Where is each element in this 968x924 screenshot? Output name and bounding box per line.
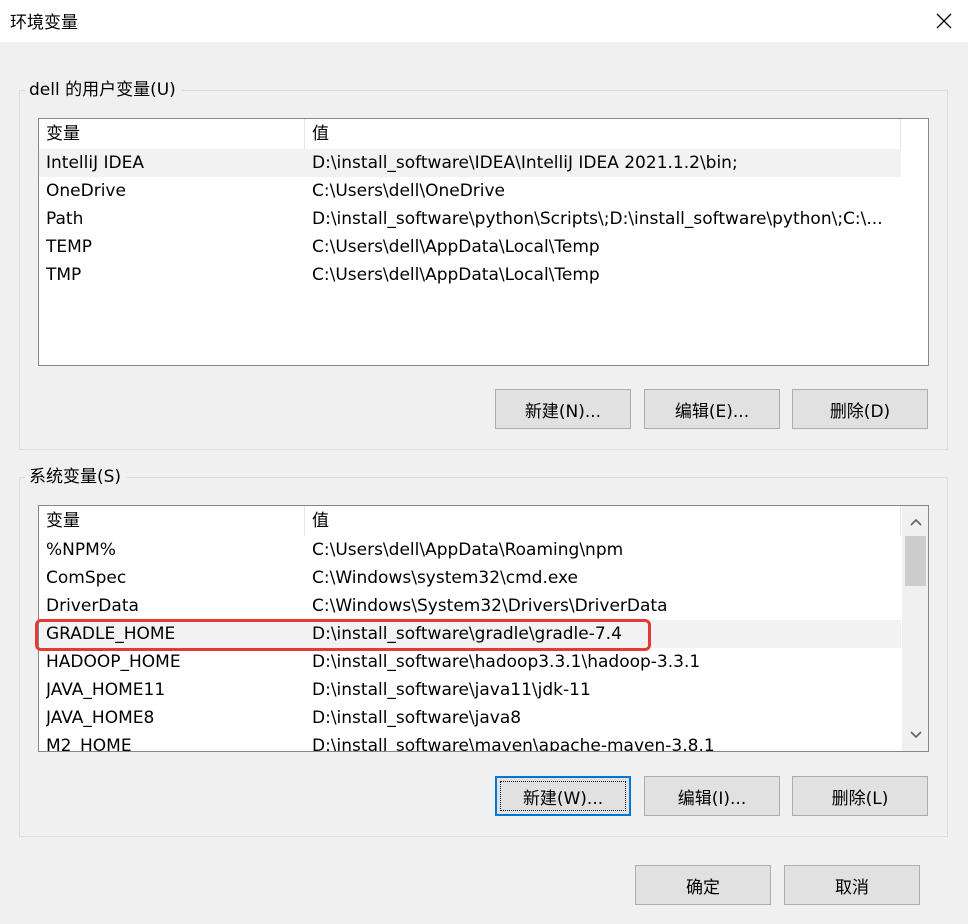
row-value: C:\Users\dell\AppData\Local\Temp: [312, 237, 600, 257]
table-row[interactable]: GRADLE_HOME D:\install_software\gradle\g…: [39, 620, 901, 648]
system-new-button[interactable]: 新建(W)...: [495, 776, 631, 816]
table-row[interactable]: OneDrive C:\Users\dell\OneDrive: [39, 177, 901, 205]
row-name: DriverData: [46, 596, 139, 616]
system-variables-label: 系统变量(S): [25, 466, 128, 488]
column-header-variable[interactable]: 变量: [39, 506, 305, 536]
chevron-down-icon: [909, 731, 922, 739]
close-icon: [936, 13, 952, 29]
row-value: D:\install_software\java11\jdk-11: [312, 680, 591, 700]
row-value: C:\Windows\system32\cmd.exe: [312, 568, 579, 588]
system-variables-list[interactable]: 变量 值 %NPM% C:\Users\dell\AppData\Roaming…: [38, 505, 929, 752]
column-header-variable[interactable]: 变量: [39, 119, 305, 149]
row-name: %NPM%: [46, 540, 116, 560]
ok-button[interactable]: 确定: [635, 865, 771, 905]
row-value: D:\install_software\java8: [312, 708, 522, 728]
row-name: OneDrive: [46, 181, 126, 201]
system-delete-button[interactable]: 删除(L): [792, 776, 928, 816]
row-value: C:\Windows\System32\Drivers\DriverData: [312, 596, 668, 616]
user-edit-button[interactable]: 编辑(E)...: [644, 389, 780, 429]
row-value: C:\Users\dell\AppData\Local\Temp: [312, 265, 600, 285]
table-row[interactable]: M2_HOME D:\install_software\maven\apache…: [39, 732, 901, 752]
row-name: JAVA_HOME8: [46, 708, 155, 728]
user-variables-label: dell 的用户变量(U): [25, 79, 182, 101]
row-name: HADOOP_HOME: [46, 652, 181, 672]
row-name: Path: [46, 209, 84, 229]
row-name: TEMP: [46, 237, 93, 257]
row-name: ComSpec: [46, 568, 127, 588]
row-value: D:\install_software\hadoop3.3.1\hadoop-3…: [312, 652, 701, 672]
row-name: M2_HOME: [46, 736, 132, 752]
row-name: GRADLE_HOME: [46, 624, 176, 644]
row-value: D:\install_software\gradle\gradle-7.4: [312, 624, 622, 644]
scroll-down-button[interactable]: [903, 721, 928, 749]
list-header: 变量 值: [39, 119, 901, 149]
user-variables-list[interactable]: 变量 值 IntelliJ IDEA D:\install_software\I…: [38, 118, 929, 366]
table-row[interactable]: DriverData C:\Windows\System32\Drivers\D…: [39, 592, 901, 620]
table-row[interactable]: HADOOP_HOME D:\install_software\hadoop3.…: [39, 648, 901, 676]
scroll-up-button[interactable]: [903, 508, 928, 536]
chevron-up-icon: [909, 518, 922, 526]
table-row[interactable]: JAVA_HOME11 D:\install_software\java11\j…: [39, 676, 901, 704]
user-delete-button[interactable]: 删除(D): [792, 389, 928, 429]
cancel-button[interactable]: 取消: [784, 865, 920, 905]
scrollbar-thumb[interactable]: [905, 536, 926, 586]
close-button[interactable]: [920, 0, 968, 42]
vertical-scrollbar[interactable]: [902, 506, 928, 751]
row-value: D:\install_software\maven\apache-maven-3…: [312, 736, 715, 752]
row-name: JAVA_HOME11: [46, 680, 166, 700]
column-header-value[interactable]: 值: [305, 506, 901, 536]
table-row[interactable]: ComSpec C:\Windows\system32\cmd.exe: [39, 564, 901, 592]
table-row[interactable]: TMP C:\Users\dell\AppData\Local\Temp: [39, 261, 901, 289]
system-edit-button[interactable]: 编辑(I)...: [644, 776, 780, 816]
table-row[interactable]: TEMP C:\Users\dell\AppData\Local\Temp: [39, 233, 901, 261]
table-row[interactable]: Path D:\install_software\python\Scripts\…: [39, 205, 901, 233]
table-row[interactable]: JAVA_HOME8 D:\install_software\java8: [39, 704, 901, 732]
row-value: D:\install_software\python\Scripts\;D:\i…: [312, 209, 883, 229]
list-header: 变量 值: [39, 506, 901, 536]
user-new-button[interactable]: 新建(N)...: [495, 389, 631, 429]
row-value: C:\Users\dell\OneDrive: [312, 181, 506, 201]
title-bar: 环境变量: [0, 0, 968, 42]
row-value: D:\install_software\IDEA\IntelliJ IDEA 2…: [312, 153, 738, 173]
table-row[interactable]: IntelliJ IDEA D:\install_software\IDEA\I…: [39, 149, 901, 177]
column-header-value[interactable]: 值: [305, 119, 901, 149]
window-title: 环境变量: [10, 13, 78, 33]
row-value: C:\Users\dell\AppData\Roaming\npm: [312, 540, 624, 560]
table-row[interactable]: %NPM% C:\Users\dell\AppData\Roaming\npm: [39, 536, 901, 564]
row-name: IntelliJ IDEA: [46, 153, 144, 173]
row-name: TMP: [46, 265, 82, 285]
